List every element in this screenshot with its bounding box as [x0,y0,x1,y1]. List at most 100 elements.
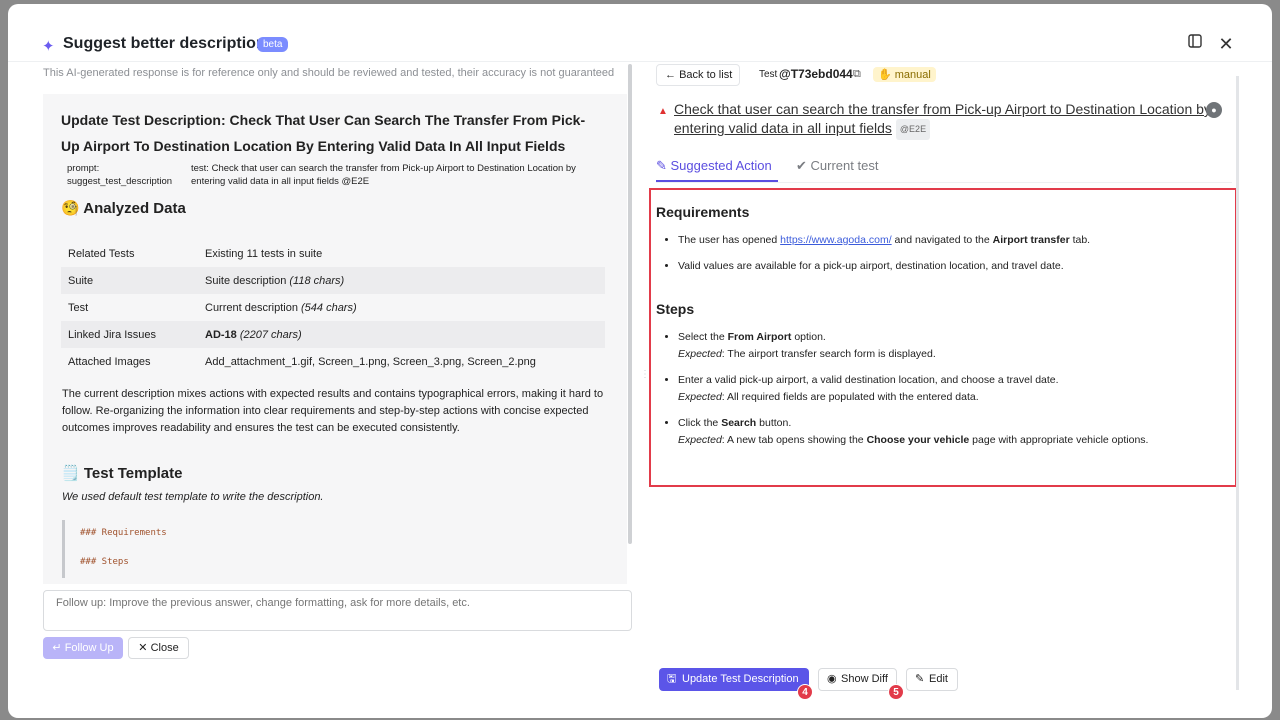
steps-heading: Steps [656,301,695,317]
tab-label: Suggested Action [670,158,772,173]
expected-text: page with appropriate vehicle options. [969,434,1149,446]
table-row: Test Current description (544 chars) [61,294,605,321]
test-id: @T73ebd044 [779,67,853,81]
explanation-paragraph: The current description mixes actions wi… [62,388,604,434]
manual-label: manual [894,69,931,81]
panel-toggle-icon[interactable] [1185,34,1205,54]
follow-up-button[interactable]: ↵ Follow Up [43,637,123,659]
diff-label: Show Diff [841,673,888,685]
table-key: Related Tests [68,247,135,260]
agoda-link[interactable]: https://www.agoda.com/ [780,234,891,246]
req-bold: Airport transfer [992,234,1070,246]
assignee-avatar-icon[interactable]: ● [1206,102,1222,118]
table-value: Existing 11 tests in suite [205,247,323,260]
prompt-key: prompt: suggest_test_description [67,163,173,187]
arrow-left-icon: ← [665,69,680,81]
req-text: Valid values are available for a pick-up… [678,260,1064,272]
hand-icon: ✋ [878,69,892,81]
requirements-heading: Requirements [656,204,750,220]
modal-title: Suggest better description [63,35,266,52]
suggest-description-modal: ✦ Suggest better description beta ✕ This… [8,4,1272,718]
table-key: Suite [68,274,94,287]
template-note: We used default test template to write t… [62,491,324,503]
step-text: Click the [678,417,722,429]
expected-text: : The airport transfer search form is di… [721,348,936,360]
test-title-text: Check that user can search the transfer … [674,101,1211,137]
table-value-text: Current description [205,301,298,314]
step-badge: 5 [888,684,904,700]
table-row: Suite Suite description (118 chars) [61,267,605,294]
test-label: Test [759,69,778,80]
analyzed-data-table: Related Tests Existing 11 tests in suite… [61,240,605,375]
back-to-list-button[interactable]: ← Back to list [656,64,740,86]
table-value: Current description (544 chars) [198,294,605,321]
tab-suggested-action[interactable]: ✎ Suggested Action [656,158,778,182]
expected-text: : A new tab opens showing the [721,434,867,446]
response-heading: Update Test Description: Check That User… [61,112,586,154]
ai-disclaimer: This AI-generated response is for refere… [43,67,615,79]
list-item: Valid values are available for a pick-up… [678,258,1218,275]
table-row: Linked Jira Issues AD-18 (2207 chars) [61,321,605,348]
code-line: ### Requirements [80,528,167,538]
tab-current-test[interactable]: ✔ Current test [796,158,878,182]
edit-button[interactable]: ✎ Edit [906,668,958,691]
expected-text: : All required fields are populated with… [721,391,979,403]
right-scrollbar[interactable] [1236,76,1239,690]
table-key: Linked Jira Issues [68,328,157,341]
close-icon: ✕ [138,642,151,654]
test-title-link[interactable]: Check that user can search the transfer … [674,100,1214,140]
step-bold: From Airport [727,331,792,343]
table-row: Related Tests Existing 11 tests in suite [61,240,605,267]
table-value-note: (2207 chars) [239,328,302,341]
pane-resize-handle[interactable]: ⋮ [640,369,650,389]
modal-header: ✦ Suggest better description beta ✕ [8,4,1272,62]
req-text: and navigated to the [891,234,993,246]
beta-badge: beta [257,37,289,52]
table-value: Add_attachment_1.gif, Screen_1.png, Scre… [205,355,536,368]
list-item: Enter a valid pick-up airport, a valid d… [678,372,1218,406]
sparkle-icon: ✦ [42,38,55,55]
expected-label: Expected [678,391,722,403]
code-line: ### Steps [80,557,129,567]
close-icon[interactable]: ✕ [1216,34,1236,54]
list-item: The user has opened https://www.agoda.co… [678,232,1218,249]
jira-issue-link[interactable]: AD-18 [205,329,237,341]
requirements-list: The user has opened https://www.agoda.co… [678,232,1218,284]
expected-label: Expected [678,434,722,446]
copy-icon[interactable]: ⧉ [853,68,861,81]
table-value-text: Suite description [205,274,287,287]
table-value-note: (544 chars) [301,301,357,314]
step-text: button. [756,417,792,429]
table-value: AD-18 (2207 chars) [198,321,605,348]
back-label: Back to list [679,69,733,81]
table-key: Attached Images [68,355,151,368]
bookmark-icon: ▲ [658,106,668,117]
steps-list: Select the From Airport option. Expected… [678,329,1218,458]
save-icon: 🖫 [667,673,677,685]
manual-tag: ✋ manual [873,67,936,82]
req-text: The user has opened [678,234,781,246]
show-diff-button[interactable]: ◉ Show Diff [818,668,897,691]
table-value: Suite description (118 chars) [198,267,605,294]
ai-response-panel: Update Test Description: Check That User… [43,94,627,584]
left-scrollbar[interactable] [628,64,632,544]
e2e-tag: @E2E [895,119,931,140]
step-text: Enter a valid pick-up airport, a valid d… [678,374,1059,386]
list-item: Click the Search button. Expected: A new… [678,415,1218,449]
expected-label: Expected [678,348,722,360]
step-text: option. [791,331,826,343]
update-test-description-button[interactable]: 🖫 Update Test Description [659,668,809,691]
follow-up-input[interactable] [43,590,632,631]
tab-divider [656,182,1232,183]
step-badge: 4 [797,684,813,700]
magic-wand-icon: ✎ [656,158,671,173]
close-button[interactable]: ✕ Close [128,637,189,659]
step-text: Select the [678,331,728,343]
table-key: Test [68,301,89,314]
edit-label: Edit [929,673,948,685]
list-item: Select the From Airport option. Expected… [678,329,1218,363]
test-template-heading: 🗒️ Test Template [61,465,183,482]
eye-icon: ◉ [827,673,837,685]
table-row: Attached Images Add_attachment_1.gif, Sc… [61,348,605,375]
tab-label: Current test [810,158,879,173]
